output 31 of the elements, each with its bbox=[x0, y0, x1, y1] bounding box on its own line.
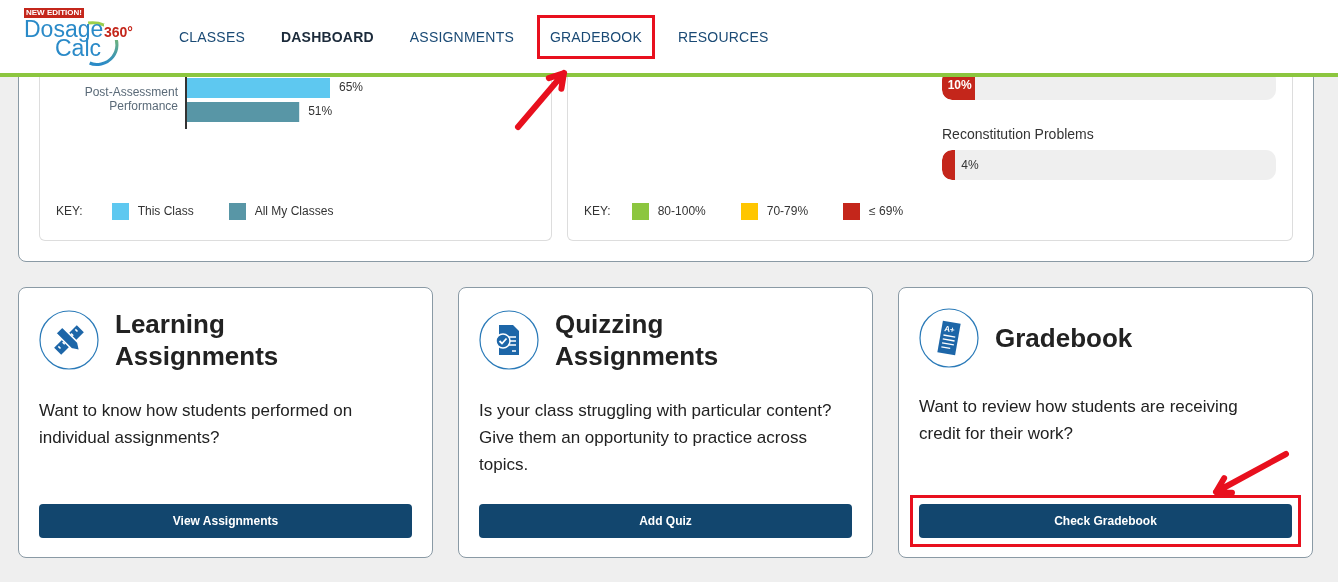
nav-link[interactable]: DASHBOARD bbox=[281, 26, 374, 47]
value-label: 51% bbox=[308, 104, 333, 118]
card-description: Want to review how students are receiving credit for their work? bbox=[919, 396, 1239, 445]
legend-label: 70-79% bbox=[766, 204, 809, 218]
card-description: Is your class struggling with particular content? Give them an opportunity to practice across topics. bbox=[479, 400, 833, 476]
legend-label: This Class bbox=[137, 204, 194, 218]
card-title: Quizzing Assignments bbox=[555, 308, 720, 372]
card-title: Gradebook bbox=[995, 322, 1134, 354]
value-label: 65% bbox=[339, 80, 364, 94]
key-label: KEY: bbox=[584, 204, 611, 218]
category-label: Post-Assessment Performance bbox=[84, 85, 178, 113]
card-title: Learning Assignments bbox=[115, 308, 280, 372]
axis-line bbox=[185, 77, 187, 130]
progress-reading: 10% bbox=[946, 79, 972, 91]
card-description: Want to know how students performed on individual assignments? bbox=[39, 400, 354, 449]
nav-link[interactable]: GRADEBOOK bbox=[549, 26, 642, 47]
document-check-icon bbox=[479, 310, 539, 370]
graded-paper-icon: A+ bbox=[919, 308, 979, 368]
legend-label: 80-100% bbox=[657, 204, 706, 218]
pencil-ruler-icon bbox=[39, 310, 99, 370]
progress-reading: 4% bbox=[961, 158, 979, 172]
topic-label: Reconstitution Problems bbox=[942, 126, 1095, 142]
action-button[interactable]: Add Quiz bbox=[479, 504, 852, 538]
nav-link[interactable]: ASSIGNMENTS bbox=[409, 26, 514, 47]
nav-link[interactable]: CLASSES bbox=[179, 26, 245, 47]
action-button[interactable]: View Assignments bbox=[39, 504, 412, 538]
legend-label: ≤ 69% bbox=[869, 204, 904, 218]
key-label: KEY: bbox=[56, 204, 83, 218]
nav-link[interactable]: RESOURCES bbox=[677, 26, 769, 47]
action-button[interactable]: Check Gradebook bbox=[919, 504, 1292, 538]
legend-label: All My Classes bbox=[254, 204, 334, 218]
